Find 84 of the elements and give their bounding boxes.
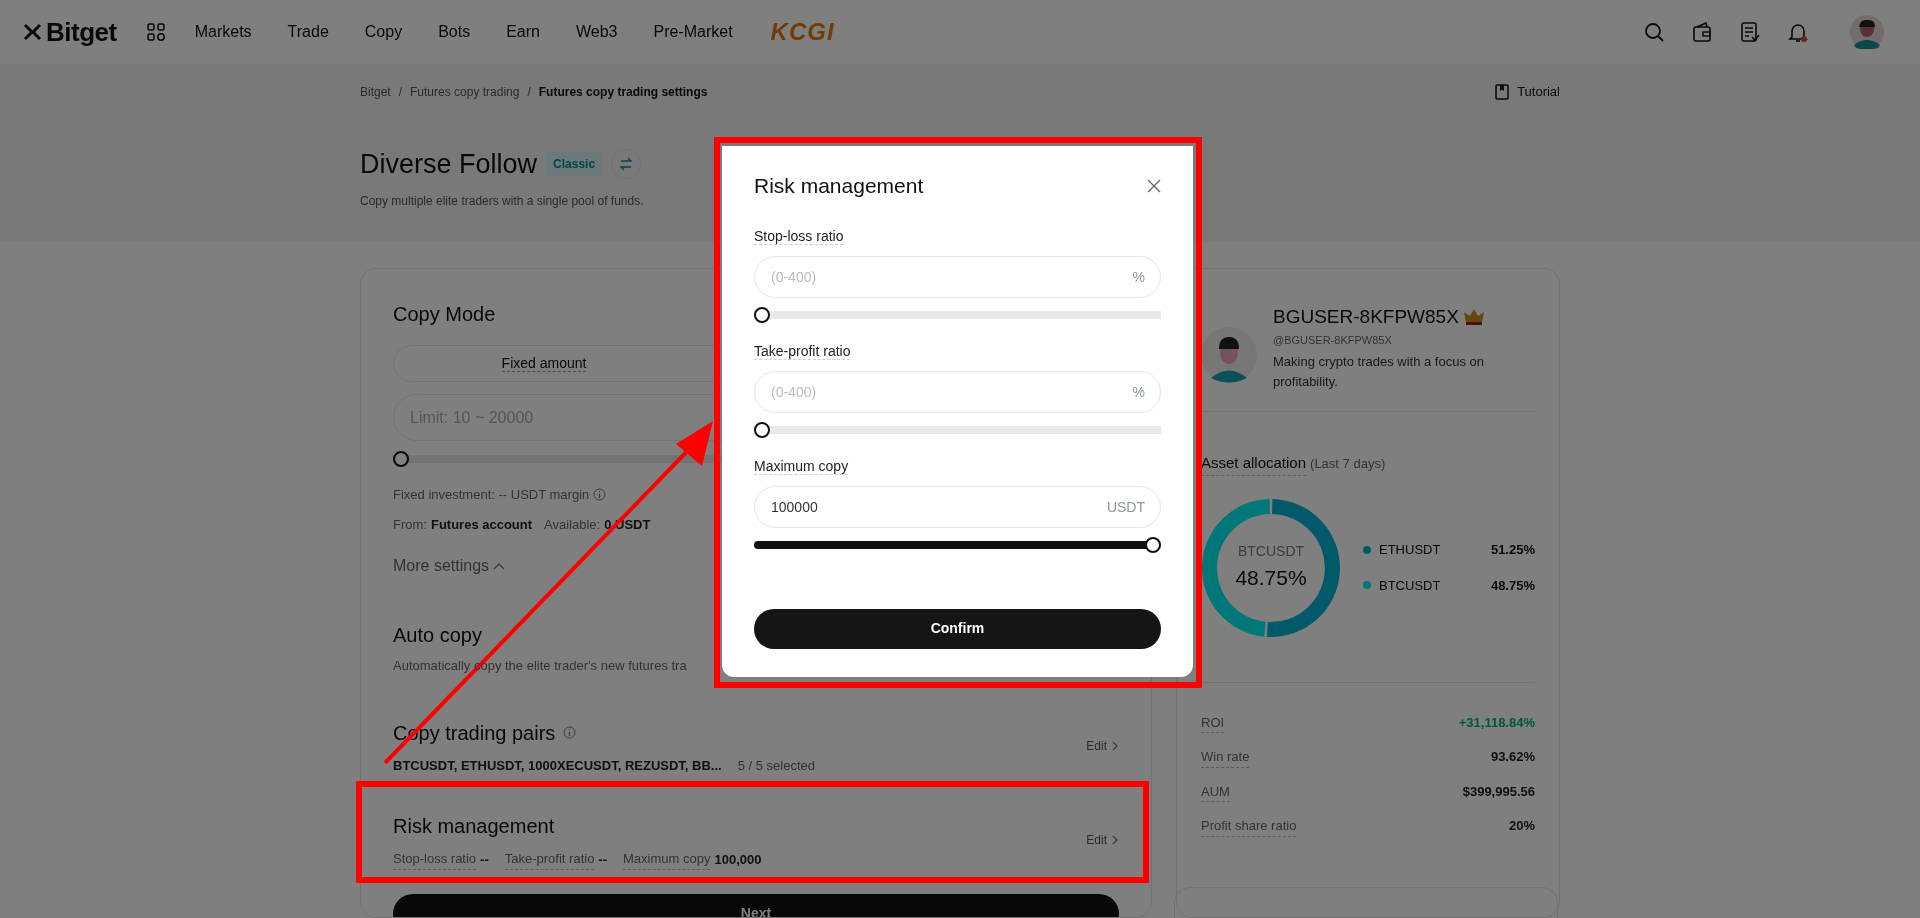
breadcrumb-separator: / <box>527 83 531 101</box>
edit-link[interactable]: Edit <box>1086 737 1119 756</box>
stat-value: +31,118.84% <box>1458 713 1535 732</box>
trader-bio: Making crypto trades with a focus on profitability. <box>1273 353 1485 391</box>
nav-link[interactable]: Markets <box>194 20 252 44</box>
notification-bell-icon[interactable] <box>1788 21 1808 43</box>
nav-link[interactable]: Copy <box>364 20 403 44</box>
section-title: Risk management <box>393 814 556 839</box>
trader-avatar <box>1201 327 1257 383</box>
legend-value: 51.25% <box>1490 541 1535 559</box>
nav-link[interactable]: Pre-Market <box>653 20 733 44</box>
more-settings-toggle[interactable]: More settings <box>393 554 506 578</box>
unit-label: % <box>1132 267 1145 286</box>
center-value: 48.75% <box>1235 565 1307 592</box>
field-label: Maximum copy <box>754 457 849 475</box>
stat-label: Profit share ratio <box>1201 816 1297 837</box>
section-title: Auto copy <box>393 623 482 648</box>
caret-up-icon <box>493 561 506 571</box>
slider-thumb[interactable] <box>754 306 770 323</box>
field-label: Take-profit ratio <box>754 342 851 360</box>
dialog-title: Risk management <box>754 173 924 199</box>
nav-link[interactable]: Trade <box>287 20 329 44</box>
setting-label: Stop-loss ratio <box>393 849 477 870</box>
nav-link[interactable]: Web3 <box>575 20 618 44</box>
breadcrumb-separator: / <box>398 83 403 101</box>
unit-label: USDT <box>1106 497 1145 516</box>
selection-count: 5 / 5 selected <box>737 756 815 775</box>
nav-link[interactable]: Bots <box>438 20 471 44</box>
wallet-icon[interactable] <box>1692 22 1712 42</box>
legend-value: 48.75% <box>1490 576 1535 595</box>
section-title: Asset allocation <box>1201 452 1307 476</box>
mode-tab[interactable]: Fixed amount <box>501 355 587 372</box>
info-icon[interactable] <box>563 726 577 739</box>
section-title: Copy Mode <box>393 302 496 327</box>
stat-value: 20% <box>1508 817 1535 835</box>
period-label: (Last 7 days) <box>1310 455 1386 473</box>
edit-link[interactable]: Edit <box>1086 831 1119 850</box>
stat-label: AUM <box>1201 781 1230 802</box>
mode-tag: Classic <box>545 151 604 176</box>
label-text: Available: <box>544 515 601 534</box>
user-avatar[interactable] <box>1850 15 1884 49</box>
slider-thumb[interactable] <box>1145 536 1161 553</box>
slider-thumb[interactable] <box>393 451 409 467</box>
setting-label: Maximum copy <box>623 849 711 870</box>
chevron-right-icon <box>1111 835 1119 846</box>
slider-thumb[interactable] <box>754 421 770 438</box>
info-icon[interactable] <box>593 488 607 502</box>
unit-label: % <box>1132 382 1145 401</box>
apps-grid-icon[interactable] <box>146 23 165 41</box>
legend-label: ETHUSDT <box>1379 541 1441 559</box>
fixed-investment-text: Fixed investment: -- USDT margin <box>393 486 590 504</box>
orders-icon[interactable] <box>1740 22 1760 42</box>
stat-label: Win rate <box>1201 747 1250 768</box>
trader-name: BGUSER-8KFPW85X <box>1273 305 1459 329</box>
trading-pairs-list: BTCUSDT, ETHUSDT, 1000XECUSDT, REZUSDT, BB... <box>393 755 722 775</box>
close-button[interactable] <box>1147 178 1161 193</box>
breadcrumb-link[interactable]: Bitget <box>360 82 391 101</box>
stat-label: ROI <box>1201 712 1225 733</box>
setting-value: -- <box>480 850 489 869</box>
swap-icon <box>619 156 634 171</box>
search-icon[interactable] <box>1644 22 1664 42</box>
close-icon <box>1147 178 1161 193</box>
stat-value: $399,995.56 <box>1462 782 1535 801</box>
page-title: Diverse Follow <box>360 147 538 181</box>
stat-value: 93.62% <box>1490 748 1535 766</box>
breadcrumb-link[interactable]: Futures copy trading <box>410 82 520 101</box>
setting-label: Take-profit ratio <box>504 849 595 870</box>
tutorial-link[interactable]: Tutorial <box>1517 82 1560 102</box>
label-text: From: <box>393 515 427 534</box>
logo-icon[interactable] <box>22 21 42 43</box>
setting-value: -- <box>598 850 608 869</box>
crown-icon <box>1462 308 1485 327</box>
center-label: BTCUSDT <box>1237 542 1305 562</box>
confirm-button[interactable]: Confirm <box>754 608 1161 649</box>
chevron-right-icon <box>1111 741 1119 752</box>
account-name: Futures account <box>430 515 533 534</box>
book-icon <box>1495 83 1510 100</box>
field-label: Stop-loss ratio <box>754 227 844 245</box>
legend-label: BTCUSDT <box>1379 576 1441 595</box>
logo[interactable]: Bitget <box>46 12 117 52</box>
trader-handle: @BGUSER-8KFPW85X <box>1273 332 1393 348</box>
nav-link[interactable]: Earn <box>506 20 540 44</box>
setting-value: 100,000 <box>714 850 762 869</box>
page-subtitle: Copy multiple elite traders with a single pool of funds. <box>360 193 644 210</box>
